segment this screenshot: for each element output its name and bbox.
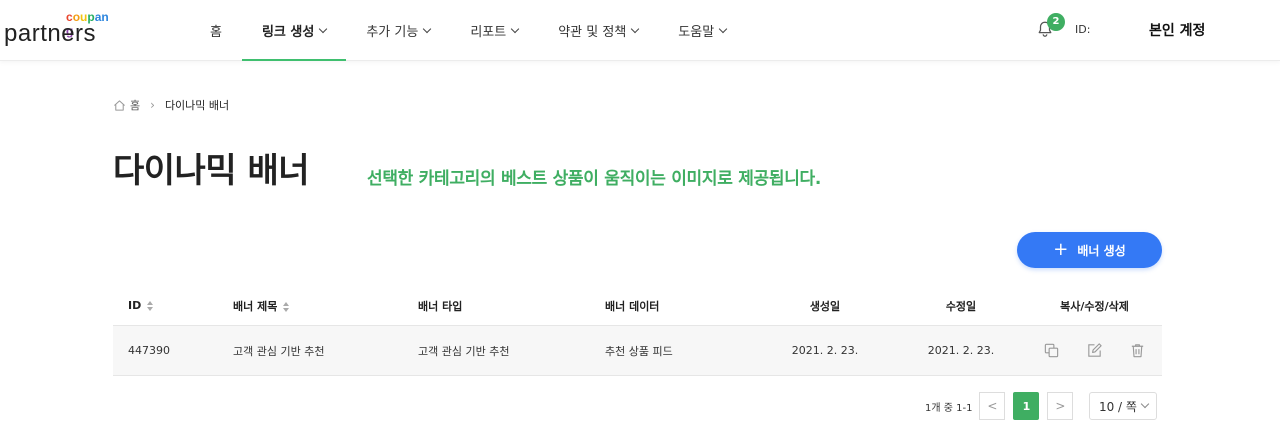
logo-partners-text: partners	[4, 20, 97, 47]
col-header-data: 배너 데이터	[590, 298, 755, 314]
breadcrumb-separator-icon: ›	[150, 98, 155, 112]
top-header: coupang partners 홈 링크 생성 추가 기능 리포트 약관 및 …	[0, 0, 1280, 61]
page-number-button[interactable]: 1	[1013, 392, 1040, 420]
pagination: 1개 중 1-1 < 1 > 10 / 쪽	[925, 392, 1158, 420]
nav-label: 추가 기능	[366, 25, 419, 40]
coupang-partners-logo[interactable]: coupang partners	[4, 10, 114, 50]
col-header-type: 배너 타입	[403, 298, 590, 314]
cell-modified: 2021. 2. 23.	[927, 344, 995, 357]
col-header-label: 배너 제목	[233, 299, 278, 313]
col-header-label: 배너 데이터	[605, 299, 660, 313]
cell-id: 447390	[128, 344, 170, 357]
table-header: ID 배너 제목 배너 타입 배너 데이터 생성일 수정일 복사/수정/삭제	[113, 286, 1162, 326]
nav-item-help[interactable]: 도움말	[658, 0, 746, 61]
nav-label: 링크 생성	[261, 25, 315, 40]
nav-label: 리포트	[470, 25, 507, 40]
page-size-select[interactable]: 10 / 쪽	[1089, 392, 1158, 420]
logo-letter: n	[101, 10, 109, 24]
breadcrumb: 홈 › 다이나믹 배너	[113, 97, 229, 113]
col-header-label: 생성일	[809, 299, 841, 313]
cell-type: 고객 관심 기반 추천	[418, 344, 510, 358]
nav-item-report[interactable]: 리포트	[450, 0, 538, 61]
col-header-created: 생성일	[755, 298, 895, 314]
col-header-title[interactable]: 배너 제목	[218, 298, 403, 314]
create-banner-label: 배너 생성	[1077, 243, 1126, 258]
cell-data: 추천 상품 피드	[605, 344, 673, 358]
col-header-label: 복사/수정/삭제	[1060, 299, 1129, 313]
copy-icon[interactable]	[1043, 342, 1060, 359]
plus-icon: +	[1053, 238, 1069, 260]
main-nav: 홈 링크 생성 추가 기능 리포트 약관 및 정책 도움말	[190, 0, 746, 61]
page-subtitle: 선택한 카테고리의 베스트 상품이 움직이는 이미지로 제공됩니다.	[367, 169, 822, 189]
nav-item-link-create[interactable]: 링크 생성	[241, 0, 347, 61]
nav-label: 도움말	[678, 25, 715, 40]
nav-label: 약관 및 정책	[558, 25, 627, 40]
chevron-down-icon	[423, 24, 432, 33]
home-icon	[114, 99, 125, 111]
notification-badge: 2	[1047, 13, 1065, 31]
col-header-label: 수정일	[945, 299, 977, 313]
create-banner-button[interactable]: + 배너 생성	[1017, 232, 1162, 268]
nav-label: 홈	[210, 25, 222, 40]
cell-created: 2021. 2. 23.	[791, 344, 859, 357]
sort-icon[interactable]	[147, 301, 154, 311]
cell-title: 고객 관심 기반 추천	[233, 344, 325, 358]
col-header-label: 배너 타입	[418, 299, 463, 313]
col-header-actions: 복사/수정/삭제	[1027, 298, 1162, 314]
breadcrumb-home[interactable]: 홈	[130, 97, 140, 113]
prev-page-button[interactable]: <	[979, 392, 1006, 420]
user-id-label: ID:	[1075, 23, 1091, 36]
col-header-label: ID	[128, 299, 142, 312]
chevron-down-icon	[631, 24, 640, 33]
nav-item-extra-features[interactable]: 추가 기능	[346, 0, 450, 61]
trash-icon[interactable]	[1129, 342, 1146, 359]
col-header-id[interactable]: ID	[113, 299, 218, 312]
pagination-info: 1개 중 1-1	[925, 402, 973, 414]
table-row: 447390 고객 관심 기반 추천 고객 관심 기반 추천 추천 상품 피드 …	[113, 326, 1162, 376]
col-header-modified: 수정일	[895, 298, 1027, 314]
chevron-down-icon	[718, 24, 728, 33]
next-page-button[interactable]: >	[1047, 392, 1074, 420]
account-menu[interactable]: 본인 계정	[1149, 20, 1205, 40]
chevron-down-icon	[510, 24, 520, 33]
breadcrumb-current: 다이나믹 배너	[164, 99, 230, 112]
nav-item-terms[interactable]: 약관 및 정책	[538, 0, 658, 61]
banner-table: ID 배너 제목 배너 타입 배너 데이터 생성일 수정일 복사/수정/삭제 4…	[113, 286, 1162, 376]
edit-icon[interactable]	[1086, 342, 1103, 359]
cell-actions	[1027, 342, 1162, 359]
page-size-label: 10 / 쪽	[1098, 399, 1137, 414]
nav-item-home[interactable]: 홈	[190, 0, 242, 61]
chevron-down-icon	[319, 24, 328, 33]
sort-icon[interactable]	[283, 301, 290, 312]
page-title: 다이나믹 배너	[113, 151, 310, 191]
chevron-down-icon	[1140, 399, 1150, 409]
